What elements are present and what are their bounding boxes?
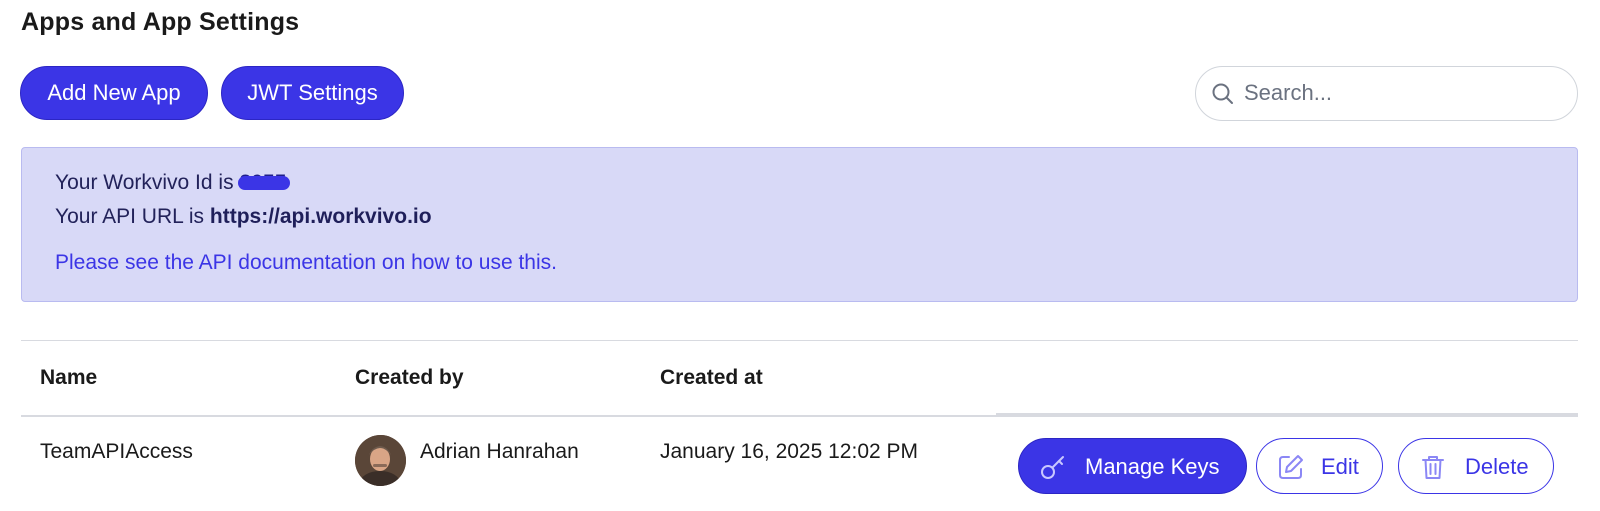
trash-icon: [1422, 456, 1444, 479]
app-name-cell: TeamAPIAccess: [40, 440, 193, 463]
edit-label: Edit: [1321, 454, 1359, 479]
workvivo-id-value: 3055: [237, 171, 290, 194]
manage-keys-label: Manage Keys: [1085, 454, 1220, 479]
workvivo-id-label: Your Workvivo Id is: [55, 171, 234, 194]
column-header-created-by: Created by: [355, 366, 464, 389]
section-divider: [21, 340, 1578, 341]
delete-button[interactable]: Delete: [1398, 438, 1554, 494]
workvivo-id-line: Your Workvivo Id is 3055: [55, 171, 290, 195]
created-at-cell: January 16, 2025 12:02 PM: [660, 440, 919, 463]
api-url-label: Your API URL is: [55, 205, 205, 228]
column-header-created-at: Created at: [660, 366, 763, 389]
api-docs-link[interactable]: Please see the API documentation on how …: [55, 251, 557, 275]
page-title: Apps and App Settings: [21, 8, 300, 36]
search-box[interactable]: [1195, 66, 1578, 121]
edit-icon: [1279, 455, 1303, 479]
table-header-border-actions: [996, 413, 1578, 417]
add-new-app-button[interactable]: Add New App: [20, 66, 208, 120]
table-header-border: [21, 415, 996, 417]
delete-label: Delete: [1465, 454, 1529, 479]
avatar: [355, 435, 406, 486]
manage-keys-button[interactable]: Manage Keys: [1018, 438, 1247, 494]
created-by-cell: Adrian Hanrahan: [420, 440, 579, 463]
api-url-line: Your API URL is https://api.workvivo.io: [55, 205, 432, 229]
jwt-settings-button[interactable]: JWT Settings: [221, 66, 404, 120]
column-header-name: Name: [40, 366, 98, 389]
search-icon: [1212, 83, 1233, 104]
api-info-panel: Your Workvivo Id is 3055 Your API URL is …: [21, 147, 1578, 302]
api-url-value: https://api.workvivo.io: [209, 205, 432, 228]
search-input[interactable]: [1244, 73, 1564, 113]
edit-button[interactable]: Edit: [1256, 438, 1383, 494]
key-icon: [1041, 456, 1064, 479]
